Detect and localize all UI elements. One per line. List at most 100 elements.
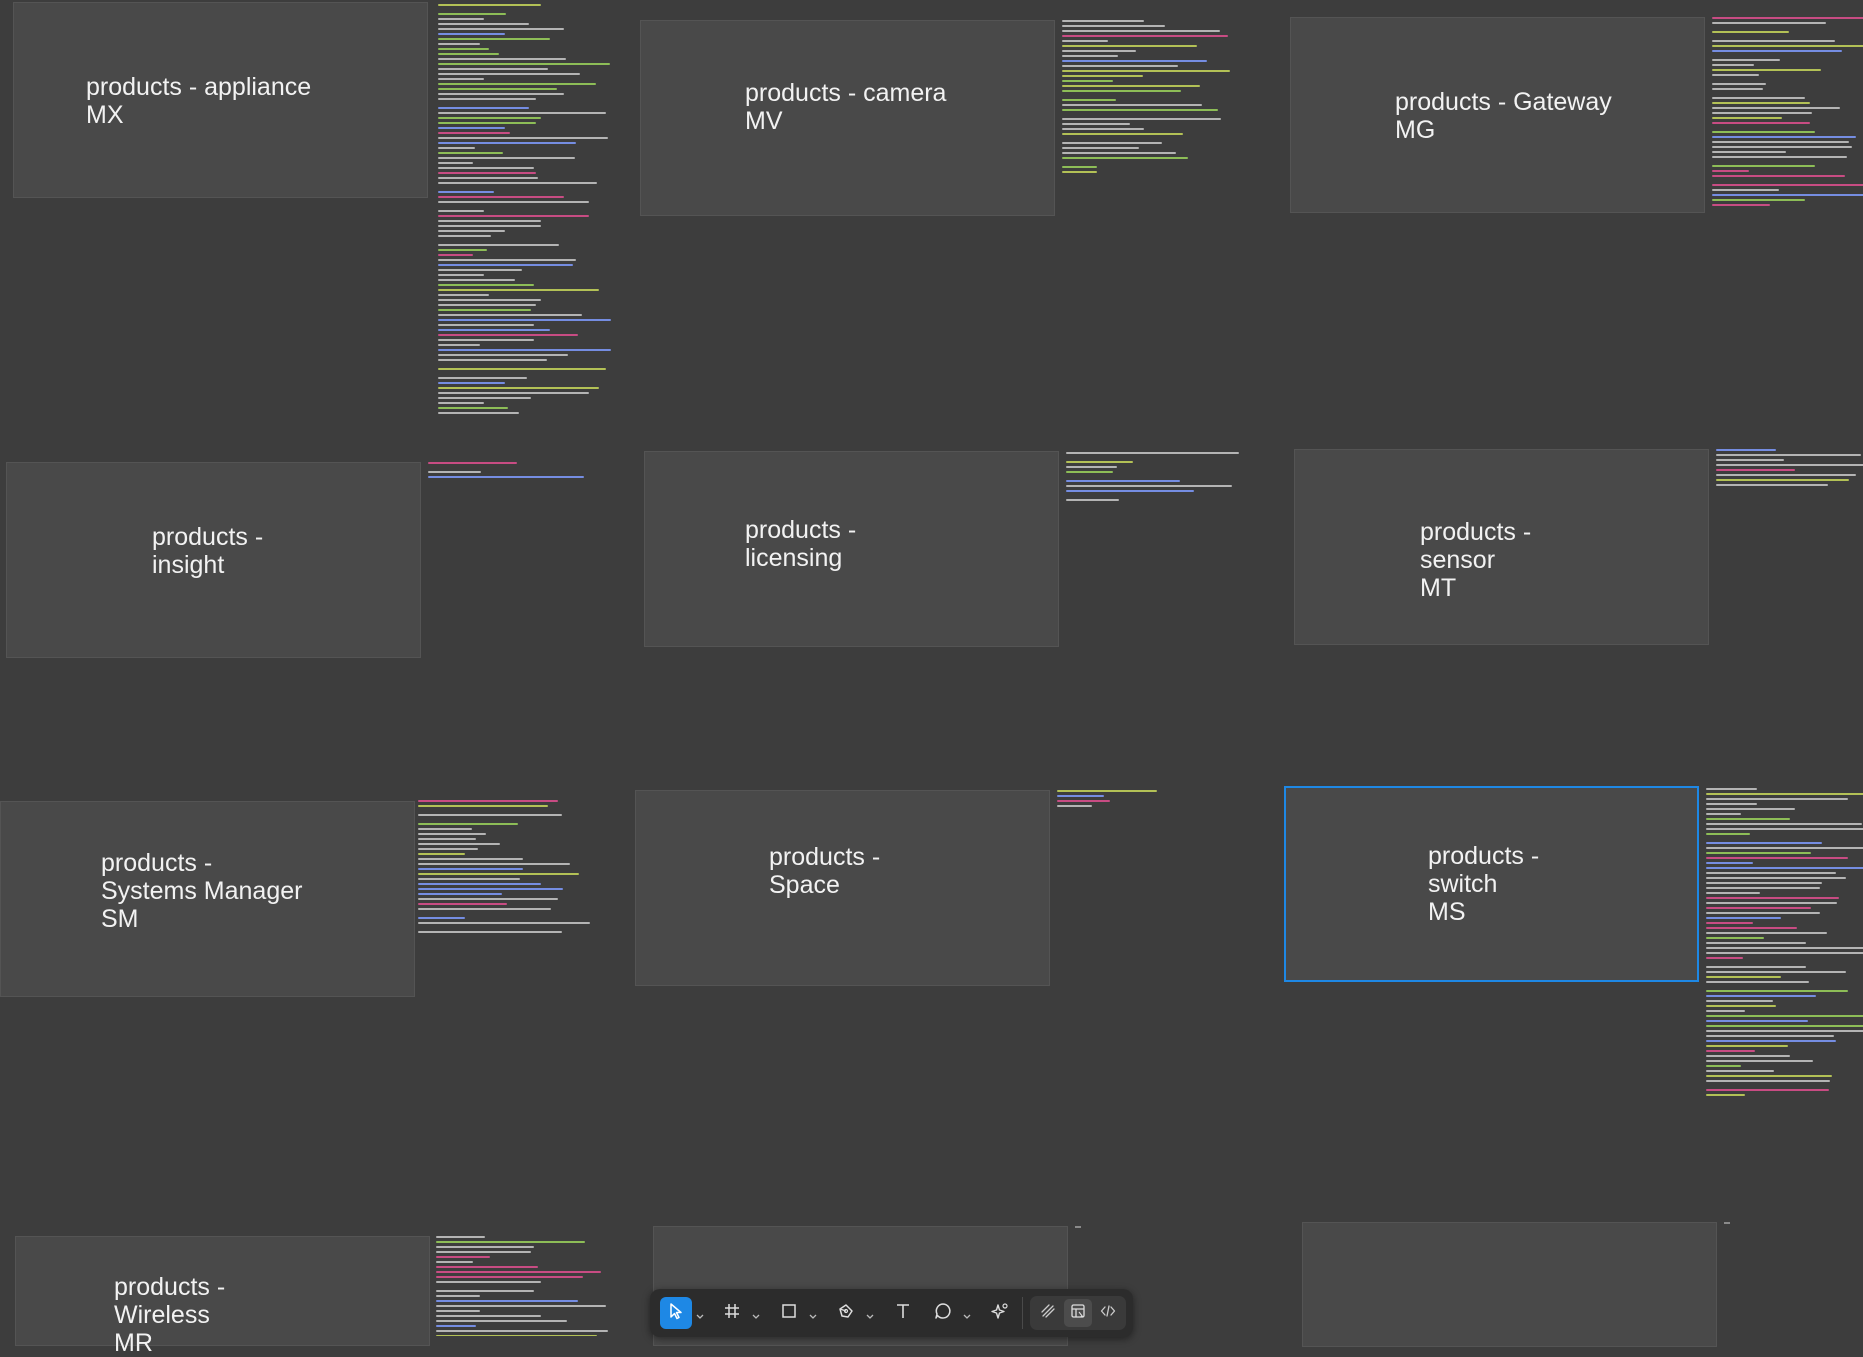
note-text-line (1066, 461, 1133, 463)
note-text-line (438, 304, 536, 306)
note-text-line (1062, 128, 1145, 130)
note-text-line (1706, 1060, 1813, 1062)
shape-tool-button[interactable] (773, 1297, 805, 1329)
draw-mode-icon (1039, 1302, 1057, 1325)
note-text-line (436, 1251, 531, 1253)
note-text-line (1712, 136, 1856, 138)
move-tool-button[interactable] (660, 1297, 692, 1329)
frame-untitled-b[interactable] (1302, 1222, 1717, 1347)
frame-marker (1724, 1222, 1730, 1224)
note-text-line (418, 828, 473, 830)
note-text-line (1062, 45, 1197, 47)
note-text-line (438, 167, 535, 169)
frame-tool-button[interactable] (716, 1297, 748, 1329)
dev-mode-button[interactable] (1094, 1299, 1122, 1327)
note-text-line (1066, 485, 1233, 487)
note-text-line (436, 1256, 491, 1258)
sticky-notes-insight[interactable] (428, 462, 603, 482)
note-text-line (1716, 449, 1776, 451)
move-tool-menu-button[interactable] (695, 1308, 705, 1319)
note-text-line (1066, 471, 1114, 473)
sticky-notes-switch[interactable] (1706, 788, 1863, 1098)
sticky-notes-licensing[interactable] (1066, 452, 1241, 504)
note-text-line (418, 873, 579, 875)
note-text-line (1706, 966, 1806, 968)
note-text-line (438, 33, 505, 35)
note-text-line (1706, 842, 1822, 844)
note-text-line (1706, 957, 1743, 959)
note-text-line (1062, 50, 1136, 52)
note-text-line (1716, 474, 1856, 476)
comment-tool-button[interactable] (927, 1297, 959, 1329)
sticky-notes-camera[interactable] (1062, 20, 1237, 175)
frame-products-switch[interactable]: products - switch MS (1284, 786, 1699, 982)
sticky-notes-space[interactable] (1057, 790, 1232, 810)
note-text-line (438, 377, 528, 379)
chevron-down-icon (695, 1308, 705, 1325)
text-tool-button[interactable] (887, 1297, 919, 1329)
frame-title: products - Space (769, 843, 881, 899)
frame-tool-menu-button[interactable] (751, 1308, 761, 1319)
frame-title: products - sensor MT (1420, 518, 1532, 602)
note-text-line (438, 368, 606, 370)
note-text-line (438, 220, 542, 222)
frame-products-appliance[interactable]: products - appliance MX (13, 2, 428, 198)
note-text-line (1712, 45, 1863, 47)
pen-tool-button[interactable] (830, 1297, 862, 1329)
frame-products-insight[interactable]: products - insight (6, 462, 421, 658)
frame-products-licensing[interactable]: products - licensing (644, 451, 1059, 647)
note-text-line (1706, 1010, 1745, 1012)
frame-products-space[interactable]: products - Space (635, 790, 1050, 986)
note-text-line (438, 53, 500, 55)
note-text-line (438, 269, 522, 271)
sticky-notes-systems-manager[interactable] (418, 800, 593, 935)
frame-hash-icon (722, 1301, 742, 1326)
frame-products-wireless[interactable]: products - Wireless MR (15, 1236, 430, 1357)
note-text-line (1706, 1065, 1741, 1067)
note-text-line (1062, 80, 1113, 82)
note-text-line (436, 1271, 601, 1273)
note-text-line (1712, 131, 1816, 133)
sticky-notes-wireless[interactable] (436, 1236, 611, 1336)
note-text-line (438, 259, 577, 261)
note-text-line (438, 196, 564, 198)
note-text-line (438, 289, 599, 291)
note-text-line (436, 1305, 606, 1307)
frame-products-systems-manager[interactable]: products - Systems Manager SM (0, 801, 415, 997)
design-mode-button[interactable] (1064, 1299, 1092, 1327)
toolbar-divider (1022, 1297, 1023, 1329)
note-text-line (1706, 867, 1863, 869)
note-text-line (1706, 1040, 1836, 1042)
comment-tool-menu-button[interactable] (962, 1308, 972, 1319)
note-text-line (1706, 828, 1863, 830)
sticky-notes-gateway[interactable] (1712, 17, 1863, 207)
note-text-line (1062, 109, 1218, 111)
frame-products-gateway[interactable]: products - Gateway MG (1290, 17, 1705, 213)
pen-tool-menu-button[interactable] (865, 1308, 875, 1319)
note-text-line (438, 235, 491, 237)
shape-tool-menu-button[interactable] (808, 1308, 818, 1319)
note-text-line (1062, 99, 1117, 101)
note-text-line (418, 853, 466, 855)
note-text-line (438, 201, 589, 203)
note-text-line (1706, 917, 1782, 919)
note-text-line (436, 1315, 541, 1317)
note-text-line (1712, 88, 1763, 90)
note-text-line (438, 334, 578, 336)
draw-mode-button[interactable] (1034, 1299, 1062, 1327)
note-text-line (438, 4, 542, 6)
sticky-notes-sensor[interactable] (1716, 449, 1863, 491)
note-text-line (438, 117, 542, 119)
note-text-line (438, 210, 484, 212)
note-text-line (428, 462, 518, 464)
actions-tool-button[interactable] (984, 1297, 1016, 1329)
note-text-line (1712, 117, 1782, 119)
note-text-line (438, 78, 484, 80)
note-text-line (438, 402, 484, 404)
note-text-line (438, 294, 489, 296)
frame-products-sensor[interactable]: products - sensor MT (1294, 449, 1709, 645)
sticky-notes-appliance[interactable] (438, 4, 613, 414)
frame-products-camera[interactable]: products - camera MV (640, 20, 1055, 216)
note-text-line (438, 349, 612, 351)
note-text-line (1062, 147, 1139, 149)
